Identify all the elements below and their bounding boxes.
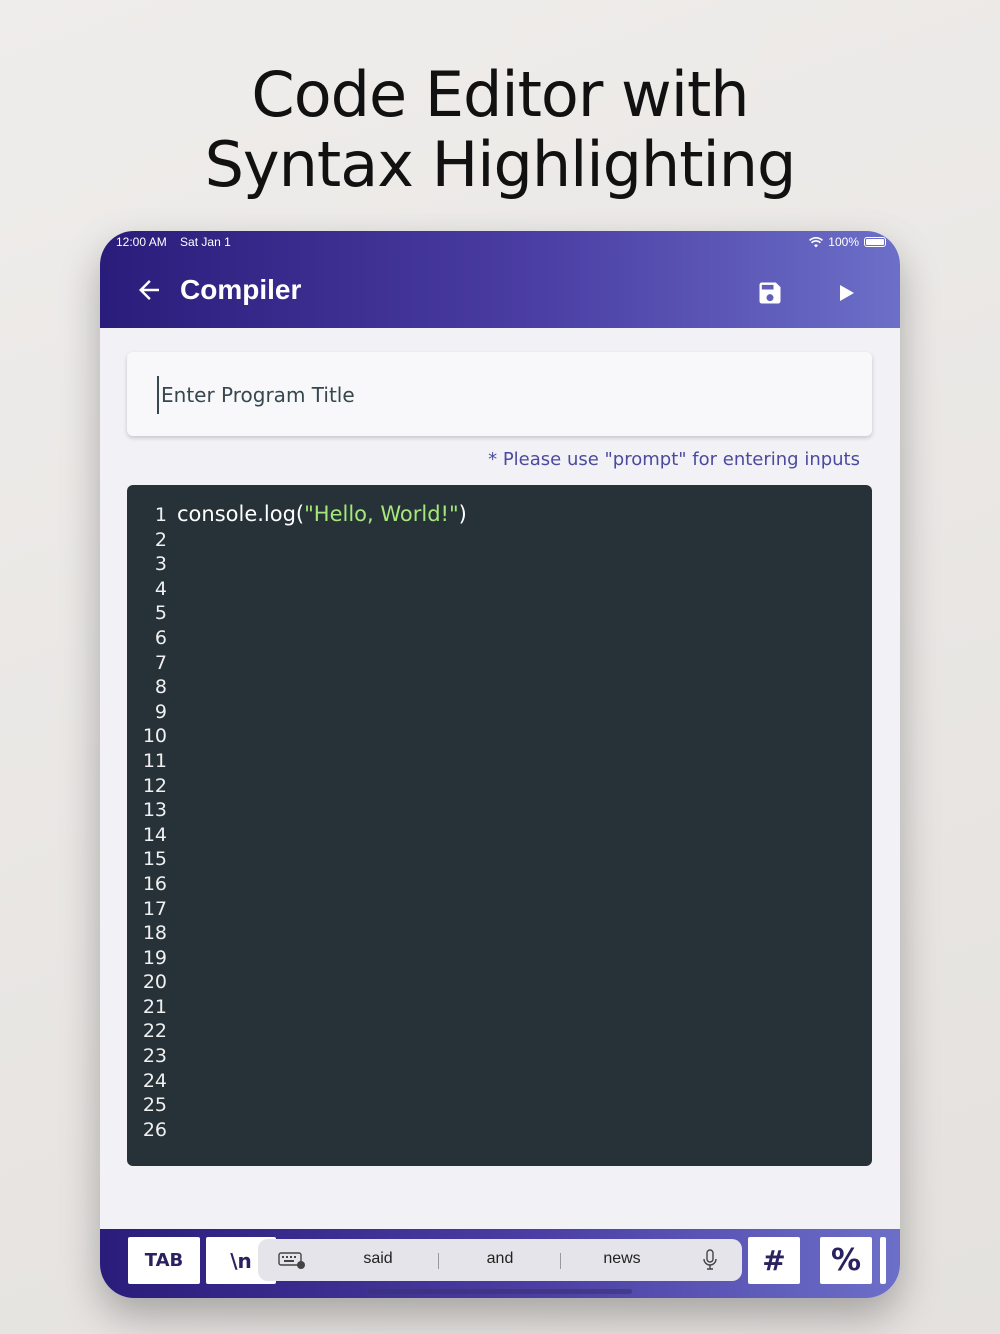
keyboard-accessory-bar: TAB \n said and news # %	[100, 1229, 900, 1298]
status-date: Sat Jan 1	[180, 235, 231, 249]
line-number: 8	[154, 676, 167, 699]
code-token-paren: )	[458, 502, 467, 526]
tablet-screen: 12:00 AM Sat Jan 1 100% Compiler * Pleas…	[100, 231, 900, 1298]
line-number: 18	[142, 922, 167, 945]
line-number: 13	[142, 799, 167, 822]
page-title: Compiler	[180, 274, 302, 305]
line-number: 5	[154, 602, 167, 625]
status-bar: 12:00 AM Sat Jan 1	[116, 235, 241, 249]
line-number: 7	[154, 651, 167, 674]
line-number: 19	[142, 946, 167, 969]
line-number-gutter: 1 2 3 4 5 6 7 8 9 10 11 12 13 14 15 16 17 18 19 20 21 22 23 24 2…	[137, 503, 167, 1142]
line-number: 23	[142, 1045, 167, 1068]
line-number: 9	[154, 700, 167, 723]
tab-key[interactable]: TAB	[128, 1237, 200, 1284]
line-number: 20	[142, 971, 167, 994]
code-token-string: "Hello, World!"	[304, 502, 459, 526]
line-number: 11	[142, 749, 167, 772]
line-number: 1	[154, 504, 167, 526]
line-number: 21	[142, 995, 167, 1018]
save-icon[interactable]	[756, 279, 784, 307]
percent-key[interactable]: %	[820, 1237, 872, 1284]
hash-key[interactable]: #	[748, 1237, 800, 1284]
line-number: 4	[154, 577, 167, 600]
back-arrow-icon[interactable]	[134, 275, 164, 305]
suggestion-2[interactable]: and	[450, 1250, 550, 1268]
headline: Code Editor with Syntax Highlighting	[0, 60, 1000, 200]
predictive-text-bar: said and news	[258, 1239, 742, 1281]
line-number: 25	[142, 1094, 167, 1117]
battery-icon	[864, 237, 886, 247]
headline-line-2: Syntax Highlighting	[204, 128, 797, 201]
code-editor[interactable]: 1 2 3 4 5 6 7 8 9 10 11 12 13 14 15 16 17 18 19 20 21 22 23 24 2…	[127, 485, 872, 1166]
code-line-1[interactable]: console.log("Hello, World!")	[177, 502, 467, 527]
line-number: 6	[154, 626, 167, 649]
battery-percent: 100%	[828, 235, 859, 249]
line-number: 2	[154, 528, 167, 551]
microphone-icon[interactable]	[702, 1249, 718, 1271]
headline-line-1: Code Editor with	[251, 58, 749, 131]
line-number: 10	[142, 725, 167, 748]
line-number: 24	[142, 1069, 167, 1092]
line-number: 16	[142, 872, 167, 895]
line-number: 17	[142, 897, 167, 920]
code-token-call: console.log(	[177, 502, 305, 526]
status-time: 12:00 AM	[116, 235, 167, 249]
line-number: 22	[142, 1020, 167, 1043]
status-right: 100%	[809, 235, 886, 249]
suggestion-3[interactable]: news	[572, 1250, 672, 1268]
play-icon[interactable]	[834, 281, 858, 305]
line-number: 14	[142, 823, 167, 846]
suggestion-1[interactable]: said	[328, 1250, 428, 1268]
line-number: 3	[154, 553, 167, 576]
suggestion-divider	[438, 1253, 439, 1269]
home-indicator	[368, 1289, 632, 1294]
app-bar: 12:00 AM Sat Jan 1 100% Compiler	[100, 231, 900, 328]
line-number: 15	[142, 848, 167, 871]
line-number: 26	[142, 1118, 167, 1141]
partial-key[interactable]	[880, 1237, 886, 1284]
suggestion-divider	[560, 1253, 561, 1269]
line-number: 12	[142, 774, 167, 797]
keyboard-icon[interactable]	[278, 1251, 306, 1269]
program-title-input[interactable]	[157, 376, 843, 414]
input-hint: * Please use "prompt" for entering input…	[488, 449, 860, 470]
program-title-card	[127, 352, 872, 436]
wifi-icon	[809, 236, 824, 247]
